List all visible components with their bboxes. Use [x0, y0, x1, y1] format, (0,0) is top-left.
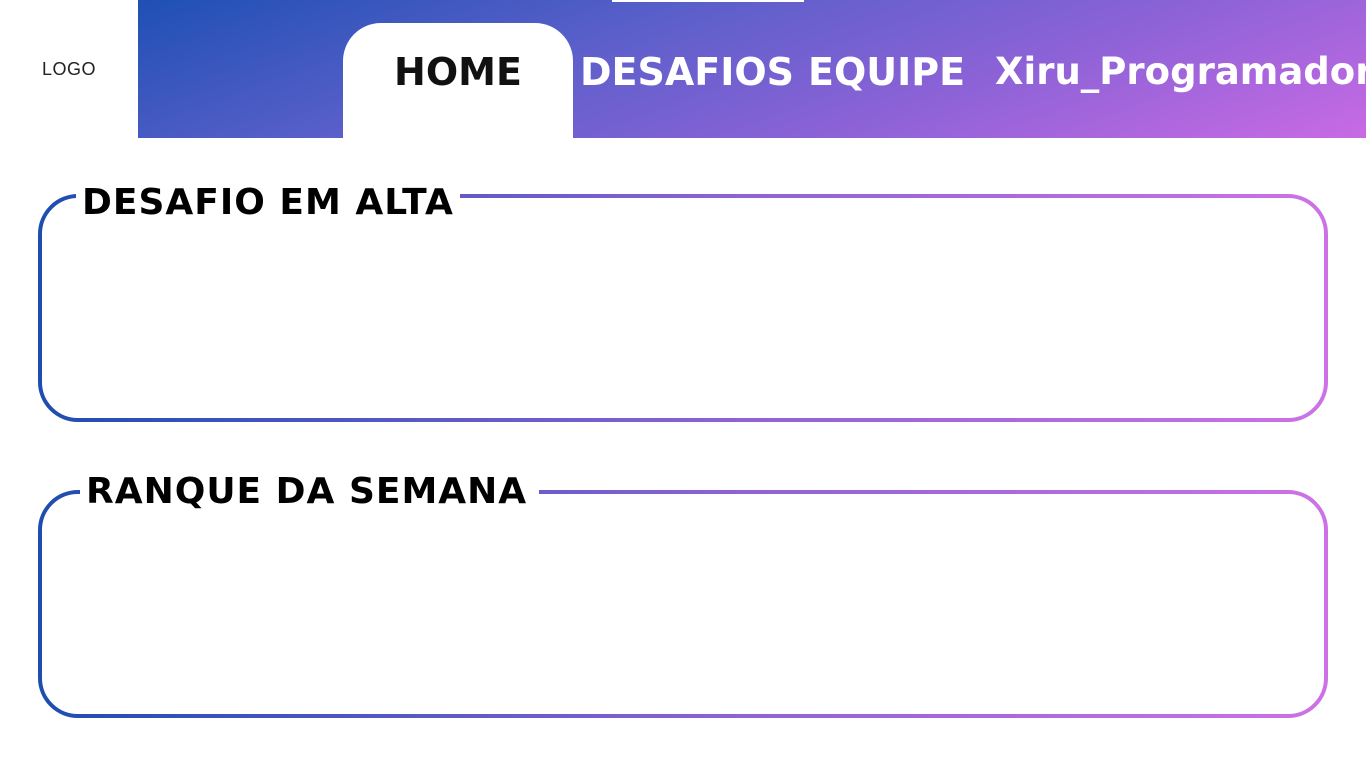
nav-desafios-link[interactable]: DESAFIOS	[580, 42, 794, 102]
logo[interactable]: LOGO	[0, 0, 138, 138]
nav-user-label: Xiru_Programador	[995, 50, 1366, 93]
header: LOGO HOME DESAFIOS EQUIPE Xiru_Programad…	[0, 0, 1366, 138]
top-indicator	[612, 0, 804, 2]
logo-text: LOGO	[41, 58, 96, 79]
nav-home-label: HOME	[394, 50, 522, 94]
panel-border	[38, 490, 1328, 718]
section-title: DESAFIO EM ALTA	[76, 182, 460, 223]
nav-equipe-link[interactable]: EQUIPE	[808, 42, 965, 102]
nav-equipe-label: EQUIPE	[808, 50, 966, 94]
nav-desafios-label: DESAFIOS	[580, 50, 795, 94]
nav-home-tab[interactable]: HOME	[343, 23, 573, 138]
panel-border	[38, 194, 1328, 422]
section-title: RANQUE DA SEMANA	[80, 471, 540, 512]
nav-user-profile[interactable]: Xiru_Programador	[995, 42, 1366, 102]
ranque-da-semana-panel: RANQUE DA SEMANA	[38, 471, 1328, 718]
desafio-em-alta-panel: DESAFIO EM ALTA	[38, 182, 1328, 422]
